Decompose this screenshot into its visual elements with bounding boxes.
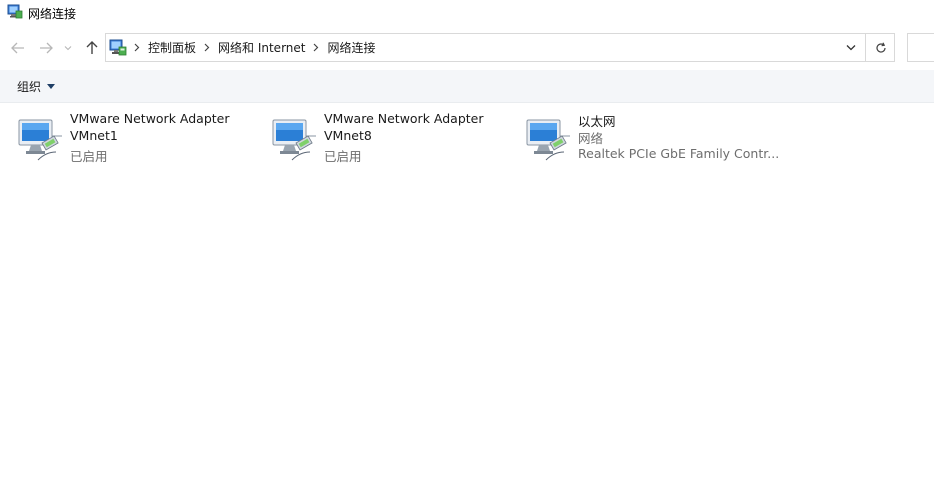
recent-locations-button[interactable]: [61, 38, 75, 58]
connection-adapter-description: Realtek PCIe GbE Family Contr...: [578, 146, 780, 161]
address-bar[interactable]: 控制面板 网络和 Internet 网络连接: [105, 33, 895, 62]
connection-item-ethernet[interactable]: 以太网 网络 Realtek PCIe GbE Family Contr...: [508, 109, 780, 169]
connections-list: VMware Network Adapter VMnet1 已启用 VMware…: [0, 103, 934, 477]
refresh-button[interactable]: [865, 34, 895, 61]
search-input[interactable]: [907, 33, 934, 62]
back-button[interactable]: [8, 38, 28, 58]
connection-name: VMware Network Adapter: [324, 111, 484, 126]
control-panel-icon: [109, 39, 127, 56]
connection-status: 已启用: [324, 149, 362, 164]
connection-item-vmnet1[interactable]: VMware Network Adapter VMnet1 已启用: [0, 109, 250, 169]
connection-item-vmnet8[interactable]: VMware Network Adapter VMnet8 已启用: [254, 109, 504, 169]
connection-detail: 网络: [578, 131, 604, 146]
up-button[interactable]: [82, 38, 102, 58]
breadcrumb-control-panel[interactable]: 控制面板: [148, 39, 196, 56]
command-bar: 组织: [0, 70, 934, 103]
chevron-down-icon: [846, 45, 856, 51]
chevron-right-icon[interactable]: [313, 43, 319, 52]
connection-detail: VMnet1: [70, 128, 118, 143]
connection-name: VMware Network Adapter: [70, 111, 230, 126]
chevron-right-icon[interactable]: [204, 43, 210, 52]
caret-down-icon: [47, 83, 56, 89]
window-title: 网络连接: [28, 7, 77, 21]
breadcrumb: 控制面板 网络和 Internet 网络连接: [130, 34, 376, 61]
address-dropdown-button[interactable]: [840, 34, 862, 61]
breadcrumb-network-and-internet[interactable]: 网络和 Internet: [218, 39, 305, 56]
chevron-right-icon[interactable]: [134, 43, 140, 52]
connection-detail: VMnet8: [324, 128, 372, 143]
network-adapter-icon: [526, 119, 570, 161]
connection-status: 已启用: [70, 149, 108, 164]
chevron-down-icon: [64, 46, 72, 51]
network-adapter-icon: [18, 119, 62, 161]
title-bar: 网络连接: [0, 0, 934, 26]
navigation-bar: 控制面板 网络和 Internet 网络连接: [0, 26, 934, 70]
forward-button[interactable]: [36, 38, 56, 58]
arrow-right-icon: [40, 42, 53, 54]
refresh-icon: [875, 42, 886, 53]
organize-button[interactable]: 组织: [10, 76, 62, 96]
arrow-left-icon: [11, 42, 24, 54]
organize-label: 组织: [17, 79, 42, 94]
arrow-up-icon: [86, 41, 98, 54]
breadcrumb-network-connections[interactable]: 网络连接: [327, 39, 375, 56]
network-connections-icon: [7, 4, 23, 19]
network-adapter-icon: [272, 119, 316, 161]
